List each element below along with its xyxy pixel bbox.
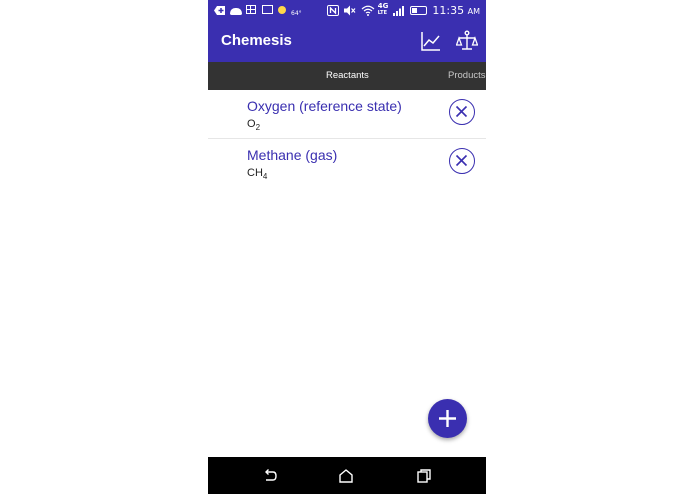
phone-screen: 64° 4G LTE 11:35 AM Chemesis Reactants P… <box>208 0 486 494</box>
keyboard-icon <box>262 4 274 16</box>
reactant-formula: O2 <box>247 118 260 132</box>
close-icon <box>455 105 468 118</box>
remove-reactant-button[interactable] <box>449 148 475 174</box>
list-item[interactable]: Oxygen (reference state) O2 <box>208 90 486 139</box>
formula-base: O <box>247 118 256 130</box>
navigation-bar <box>208 457 486 494</box>
chart-icon <box>421 32 440 51</box>
app-bar: Chemesis <box>208 20 486 62</box>
formula-subscript: 2 <box>255 123 261 133</box>
formula-subscript: 4 <box>262 172 268 182</box>
home-button[interactable] <box>337 467 355 485</box>
list-item[interactable]: Methane (gas) CH4 <box>208 139 486 187</box>
tab-products[interactable]: Products <box>448 70 486 81</box>
status-bar: 64° 4G LTE 11:35 AM <box>208 0 486 20</box>
signal-icon <box>393 5 405 16</box>
close-icon <box>455 154 468 167</box>
wifi-icon <box>361 5 375 16</box>
formula-base: CH <box>247 167 263 179</box>
app-title: Chemesis <box>221 32 292 49</box>
reactant-name: Methane (gas) <box>247 147 338 163</box>
recent-apps-button[interactable] <box>415 467 433 485</box>
back-icon <box>265 469 277 481</box>
weather-sun-icon <box>278 5 290 16</box>
clock: 11:35 AM <box>432 4 480 17</box>
clock-suffix: AM <box>467 6 480 16</box>
balance-button[interactable] <box>455 30 479 52</box>
temperature-text: 64° <box>291 9 302 17</box>
tab-bar: Reactants Products <box>208 62 486 90</box>
cloud-icon <box>230 5 242 16</box>
chart-button[interactable] <box>420 30 442 52</box>
balance-icon <box>455 30 479 50</box>
recent-apps-icon <box>417 469 431 483</box>
reactant-formula: CH4 <box>247 167 267 181</box>
nfc-icon <box>326 4 339 16</box>
remove-reactant-button[interactable] <box>449 99 475 125</box>
tab-reactants[interactable]: Reactants <box>326 70 369 81</box>
back-button[interactable] <box>261 467 279 485</box>
calendar-icon <box>246 4 258 16</box>
add-icon <box>214 5 226 16</box>
reactants-list: Oxygen (reference state) O2 Methane (gas… <box>208 90 486 187</box>
reactant-name: Oxygen (reference state) <box>247 98 402 114</box>
plus-icon <box>439 410 456 427</box>
network-sub-label: LTE <box>377 10 387 16</box>
battery-icon <box>410 5 428 15</box>
home-icon <box>339 469 353 483</box>
network-type: 4G LTE <box>378 3 389 17</box>
network-label: 4G <box>377 2 389 10</box>
add-reactant-button[interactable] <box>428 399 467 438</box>
clock-time: 11:35 <box>432 3 465 17</box>
mute-icon <box>343 5 356 16</box>
